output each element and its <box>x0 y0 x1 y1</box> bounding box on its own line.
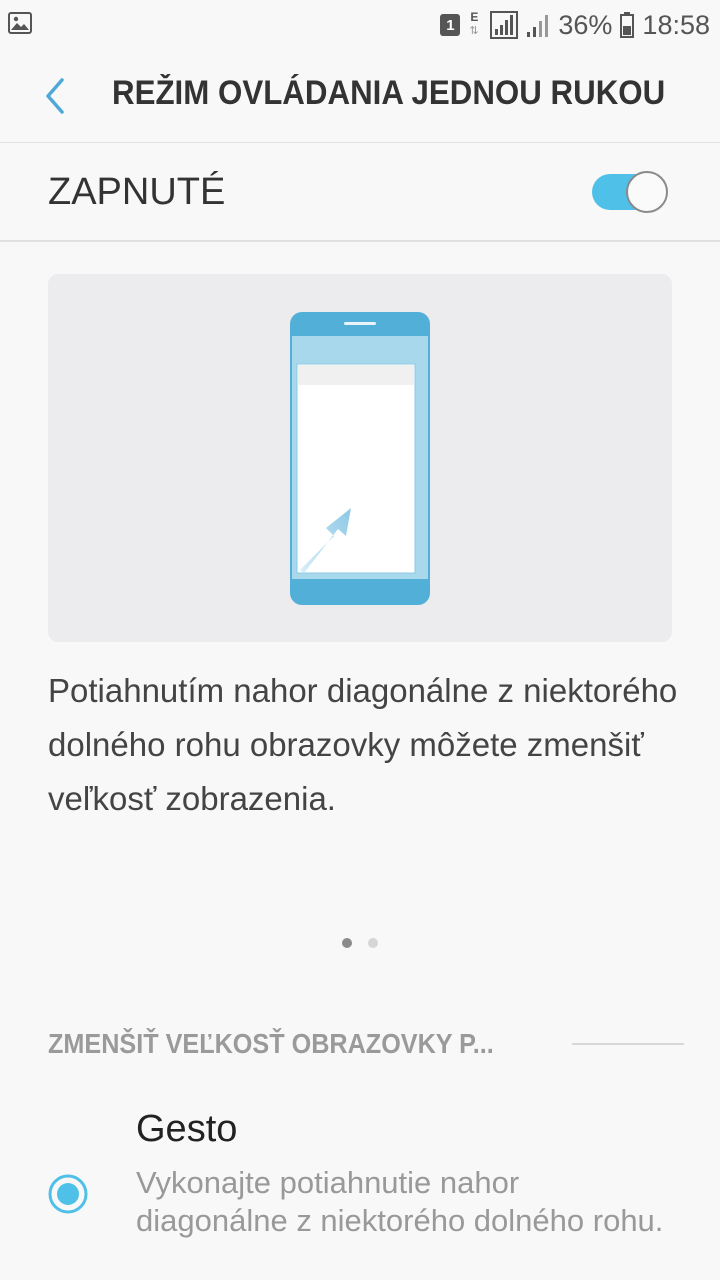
gesture-radio-button[interactable] <box>48 1174 88 1214</box>
master-switch-label: ZAPNUTÉ <box>48 171 226 213</box>
phone-gesture-illustration <box>290 312 430 605</box>
master-switch[interactable] <box>592 171 668 213</box>
gallery-notification-icon <box>8 12 32 34</box>
network-type-label: E <box>470 10 479 24</box>
page-dot-1[interactable] <box>342 938 352 948</box>
sim-indicator-icon: 1 <box>440 14 461 36</box>
clock: 18:58 <box>642 9 710 40</box>
gesture-option-title[interactable]: Gesto <box>136 1108 237 1151</box>
status-bar: 1 E ⇅ 36% 18:58 <box>0 0 720 50</box>
section-divider <box>572 1043 684 1045</box>
signal-strength-2-icon <box>527 15 549 37</box>
section-header: ZMENŠIŤ VEĽKOSŤ OBRAZOVKY P... <box>48 1028 494 1059</box>
illustration-panel[interactable] <box>48 274 672 642</box>
master-switch-row[interactable]: ZAPNUTÉ <box>0 143 720 242</box>
battery-icon <box>620 12 635 38</box>
network-type-icon: E ⇅ <box>468 10 482 40</box>
signal-strength-icon <box>490 11 519 39</box>
page-dot-2[interactable] <box>368 938 378 948</box>
back-arrow-icon[interactable] <box>36 74 76 118</box>
battery-percent: 36% <box>558 9 613 40</box>
page-title: REŽIM OVLÁDANIA JEDNOU RUKOU <box>112 74 666 112</box>
page-indicator <box>338 938 388 952</box>
gesture-option-subtitle: Vykonajte potiahnutie nahor diagonálne z… <box>136 1165 664 1238</box>
description-text: Potiahnutím nahor diagonálne z niektoréh… <box>48 672 678 817</box>
app-header: REŽIM OVLÁDANIA JEDNOU RUKOU <box>0 50 720 143</box>
switch-thumb <box>626 171 668 213</box>
data-arrows-icon: ⇅ <box>469 24 479 37</box>
